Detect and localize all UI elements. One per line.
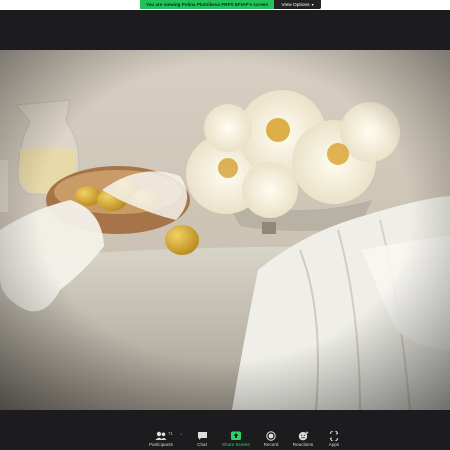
- screen-share-banner: You are viewing Polina Plotnikova FRPS E…: [140, 0, 274, 9]
- share-arrow-icon: [231, 431, 241, 440]
- view-options-button[interactable]: View Options ▾: [274, 0, 321, 9]
- shared-screen-content: [0, 50, 450, 410]
- banner-text: You are viewing Polina Plotnikova FRPS E…: [145, 2, 269, 7]
- share-screen-button[interactable]: Share Screen: [219, 431, 253, 450]
- chevron-up-icon[interactable]: ^: [180, 432, 182, 437]
- shared-still-life-image: [0, 50, 450, 410]
- participants-label: Participants: [148, 442, 173, 447]
- apps-label: Apps: [328, 442, 340, 447]
- chevron-down-icon: ▾: [311, 2, 314, 7]
- record-label: Record: [263, 442, 279, 447]
- people-icon: [155, 431, 167, 440]
- record-button[interactable]: Record: [254, 431, 288, 450]
- chat-button[interactable]: Chat: [185, 431, 219, 450]
- meeting-toolbar: Participants 71 ^ Chat Share Screen Reco…: [0, 410, 450, 450]
- reactions-button[interactable]: Reactions: [286, 431, 320, 450]
- reactions-label: Reactions: [292, 442, 314, 447]
- chat-label: Chat: [197, 442, 207, 447]
- apps-icon: [330, 431, 338, 441]
- view-options-label: View Options: [281, 3, 310, 8]
- participants-count: 71: [168, 431, 173, 436]
- meeting-top-bar: [0, 10, 450, 50]
- apps-button[interactable]: Apps: [317, 431, 351, 450]
- chat-bubble-icon: [197, 432, 207, 440]
- record-dot-icon: [266, 431, 276, 441]
- smile-plus-icon: [298, 431, 308, 441]
- share-screen-label: Share Screen: [221, 442, 251, 447]
